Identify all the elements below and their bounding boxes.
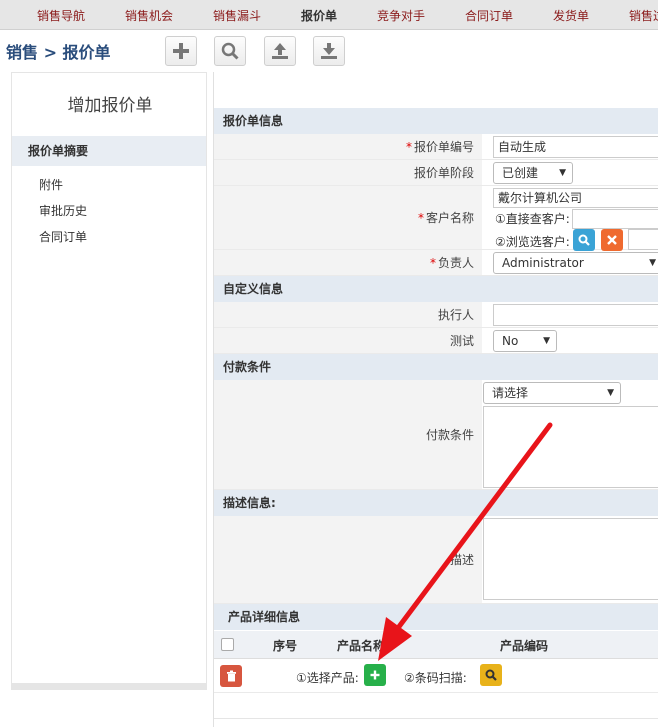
row-executor: 执行人 — [214, 302, 658, 328]
row-owner: * 负责人 Administrator ▼ — [214, 250, 658, 276]
add-button[interactable] — [165, 36, 197, 66]
panel-title: 增加报价单 — [67, 96, 153, 116]
side-panel: 增加报价单 报价单摘要 附件 审批历史 合同订单 — [11, 72, 207, 690]
nav-competitors[interactable]: 竞争对手 — [377, 0, 425, 30]
executor-label: 执行人 — [214, 302, 482, 327]
quote-number-label: * 报价单编号 — [214, 134, 482, 159]
test-label: 测试 — [214, 328, 482, 353]
column-product-code: 产品编码 — [500, 639, 549, 653]
owner-select[interactable]: Administrator ▼ — [493, 252, 658, 274]
test-value: No — [502, 334, 519, 348]
customer-name-field[interactable]: 戴尔计算机公司 — [493, 188, 658, 208]
owner-value: Administrator — [502, 256, 584, 270]
nav-shipments[interactable]: 发货单 — [553, 0, 589, 30]
customer-browse-input[interactable] — [628, 229, 658, 250]
search-icon — [221, 42, 239, 60]
row-description: 描述 — [214, 516, 658, 604]
row-payment-terms: 付款条件 请选择 ▼ — [214, 380, 658, 490]
payment-terms-select[interactable]: 请选择 ▼ — [483, 382, 621, 404]
page-header: 销售 > 报价单 — [0, 30, 658, 72]
breadcrumb: 销售 > 报价单 — [6, 43, 111, 62]
section-payment: 付款条件 — [214, 354, 658, 380]
sidebar-item-contracts[interactable]: 合同订单 — [39, 228, 87, 245]
customer-label-text: 客户名称 — [425, 211, 474, 225]
payment-terms-value: 请选择 — [492, 386, 529, 400]
description-textarea[interactable] — [483, 518, 658, 600]
test-select[interactable]: No ▼ — [493, 330, 557, 352]
nav-quotes[interactable]: 报价单 — [301, 0, 337, 30]
column-index: 序号 — [273, 639, 298, 653]
nav-sales-navigation[interactable]: 销售导航 — [37, 0, 85, 30]
search-icon — [485, 669, 497, 681]
row-quote-number: * 报价单编号 自动生成 — [214, 134, 658, 160]
payment-terms-textarea[interactable] — [483, 406, 658, 488]
required-mark: * — [405, 140, 412, 154]
browse-select-label: ②浏览选客户: — [495, 235, 570, 249]
close-icon — [607, 235, 617, 245]
nav-sales-opportunity[interactable]: 销售机会 — [125, 0, 173, 30]
section-description: 描述信息: — [214, 490, 658, 516]
barcode-scan-label: ②条码扫描: — [404, 671, 467, 685]
barcode-scan-button[interactable] — [480, 664, 502, 686]
quote-stage-label: 报价单阶段 — [214, 160, 482, 185]
chevron-down-icon: ▼ — [543, 336, 550, 346]
plus-icon — [173, 43, 189, 59]
plus-icon — [370, 670, 380, 680]
column-product-name: 产品名称 — [337, 639, 386, 653]
section-custom-info: 自定义信息 — [214, 276, 658, 302]
nav-contracts[interactable]: 合同订单 — [465, 0, 513, 30]
sidebar-item-summary[interactable]: 报价单摘要 — [12, 136, 206, 166]
description-label: 描述 — [214, 516, 482, 603]
nav-sales-funnel[interactable]: 销售漏斗 — [213, 0, 261, 30]
upload-icon — [272, 43, 288, 59]
sidebar-item-approval-history[interactable]: 审批历史 — [39, 202, 87, 219]
quote-number-field[interactable]: 自动生成 — [493, 136, 658, 158]
customer-lookup-input[interactable] — [572, 209, 658, 229]
payment-terms-label: 付款条件 — [214, 380, 482, 489]
nav-sales-more[interactable]: 销售过 — [629, 0, 658, 30]
owner-label-text: 负责人 — [437, 256, 474, 270]
browse-customer-button[interactable] — [573, 229, 595, 251]
chevron-down-icon: ▼ — [559, 168, 566, 178]
download-button[interactable] — [313, 36, 345, 66]
executor-field[interactable] — [493, 304, 658, 326]
top-nav: 销售导航 销售机会 销售漏斗 报价单 竞争对手 合同订单 发货单 销售过 — [0, 0, 658, 30]
customer-label: * 客户名称 — [214, 186, 482, 249]
download-icon — [321, 43, 337, 59]
owner-label: * 负责人 — [214, 250, 482, 275]
search-icon — [578, 234, 590, 246]
row-customer: * 客户名称 戴尔计算机公司 ①直接查客户: ②浏览选客户: — [214, 186, 658, 251]
quote-stage-value: 已创建 — [502, 166, 539, 180]
sidebar-item-attachments[interactable]: 附件 — [39, 176, 63, 193]
quote-form: 报价单信息 * 报价单编号 自动生成 报价单阶段 已创建 ▼ * 客户名称 戴尔计算机… — [213, 72, 658, 727]
product-row: ①选择产品: ②条码扫描: — [214, 659, 658, 693]
row-quote-stage: 报价单阶段 已创建 ▼ — [214, 160, 658, 186]
select-product-button[interactable] — [364, 664, 386, 686]
panel-bottom-bar — [12, 683, 206, 689]
section-product-details: 产品详细信息 — [214, 604, 658, 630]
chevron-down-icon: ▼ — [649, 258, 656, 268]
delete-row-button[interactable] — [220, 665, 242, 687]
quote-number-label-text: 报价单编号 — [413, 140, 474, 154]
search-button[interactable] — [214, 36, 246, 66]
product-table-header: 序号 产品名称 产品编码 — [214, 631, 658, 659]
required-mark: * — [417, 211, 424, 225]
trash-icon — [226, 670, 236, 682]
select-product-label: ①选择产品: — [296, 671, 359, 685]
select-all-checkbox[interactable] — [221, 638, 234, 651]
upload-button[interactable] — [264, 36, 296, 66]
section-quote-info: 报价单信息 — [214, 108, 658, 134]
product-empty-row — [214, 693, 658, 719]
quote-stage-select[interactable]: 已创建 ▼ — [493, 162, 573, 184]
row-test: 测试 No ▼ — [214, 328, 658, 354]
direct-lookup-label: ①直接查客户: — [495, 212, 570, 226]
chevron-down-icon: ▼ — [607, 388, 614, 398]
required-mark: * — [429, 256, 436, 270]
clear-customer-button[interactable] — [601, 229, 623, 251]
